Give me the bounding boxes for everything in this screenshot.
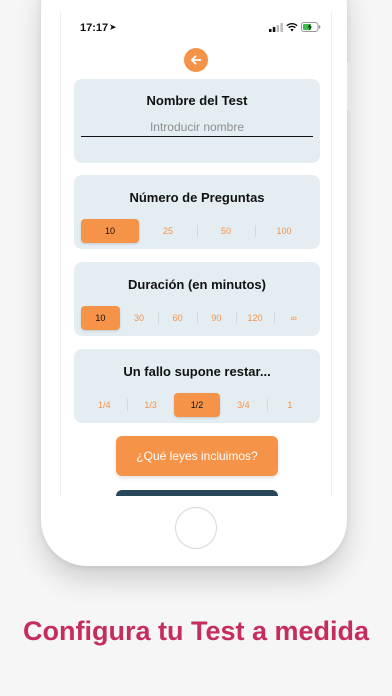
arrow-left-icon xyxy=(190,55,202,65)
penalty-selector: 1/4 1/3 1/2 3/4 1 xyxy=(81,393,313,417)
battery-charging-icon xyxy=(301,22,321,32)
questions-option-10[interactable]: 10 xyxy=(81,219,139,243)
questions-option-100[interactable]: 100 xyxy=(255,220,313,242)
wifi-icon xyxy=(286,22,298,32)
signal-icon xyxy=(269,23,283,32)
duration-selector: 10 30 60 90 120 ∞ xyxy=(81,306,313,330)
penalty-option-1[interactable]: 1 xyxy=(266,394,313,416)
penalty-option-3-4[interactable]: 3/4 xyxy=(220,394,266,416)
penalty-option-1-2[interactable]: 1/2 xyxy=(173,393,221,417)
phone-side-button xyxy=(347,62,351,110)
promo-caption: Configura tu Test a medida xyxy=(22,616,370,646)
penalty-card: Un fallo supone restar... 1/4 1/3 1/2 3/… xyxy=(74,349,320,423)
test-name-card: Nombre del Test xyxy=(74,79,320,163)
duration-option-infinite[interactable]: ∞ xyxy=(274,307,313,329)
duration-option-10[interactable]: 10 xyxy=(81,306,120,330)
questions-title: Número de Preguntas xyxy=(129,190,265,205)
penalty-title: Un fallo supone restar... xyxy=(123,364,271,379)
questions-selector: 10 25 50 100 xyxy=(81,219,313,243)
questions-option-25[interactable]: 25 xyxy=(139,220,197,242)
duration-option-30[interactable]: 30 xyxy=(120,307,159,329)
penalty-option-1-3[interactable]: 1/3 xyxy=(127,394,173,416)
location-arrow-icon: ➤ xyxy=(109,22,117,32)
home-button xyxy=(175,507,217,549)
status-bar: 17:17 ➤ xyxy=(61,12,331,44)
status-time: 17:17 xyxy=(80,22,109,34)
duration-option-60[interactable]: 60 xyxy=(158,307,197,329)
laws-button[interactable]: ¿Qué leyes incluimos? xyxy=(116,436,278,476)
questions-option-50[interactable]: 50 xyxy=(197,220,255,242)
penalty-option-1-4[interactable]: 1/4 xyxy=(81,394,127,416)
test-name-input[interactable] xyxy=(81,117,313,137)
test-name-title: Nombre del Test xyxy=(146,93,248,108)
app-screen: 17:17 ➤ Nombre del Test Número de Preg xyxy=(60,12,332,496)
duration-option-120[interactable]: 120 xyxy=(235,307,275,329)
duration-option-90[interactable]: 90 xyxy=(197,307,236,329)
questions-card: Número de Preguntas 10 25 50 100 xyxy=(74,175,320,249)
duration-card: Duración (en minutos) 10 30 60 90 120 ∞ xyxy=(74,262,320,336)
duration-title: Duración (en minutos) xyxy=(128,277,266,292)
back-button[interactable] xyxy=(184,48,208,72)
start-button[interactable] xyxy=(116,490,278,496)
